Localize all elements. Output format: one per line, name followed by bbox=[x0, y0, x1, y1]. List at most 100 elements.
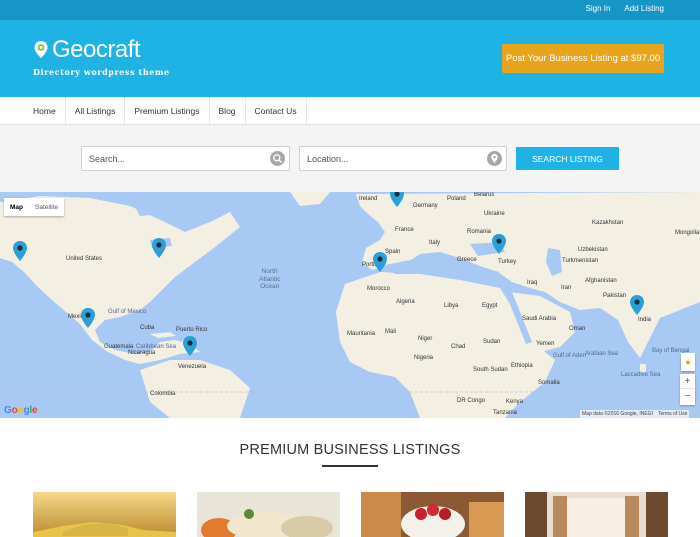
map-label: Greece bbox=[457, 257, 477, 263]
map-label: Ukraine bbox=[484, 211, 505, 217]
map-label: Sudan bbox=[483, 339, 501, 345]
ocean-label: North Atlantic Ocean bbox=[259, 268, 281, 290]
map-label: Caribbean Sea bbox=[136, 344, 177, 350]
map-marker-pin-icon[interactable] bbox=[183, 336, 197, 356]
search-listing-button[interactable]: SEARCH LISTING bbox=[516, 147, 619, 170]
nav-item-all-listings[interactable]: All Listings bbox=[66, 97, 126, 125]
map-label: Spain bbox=[385, 249, 401, 255]
terms-of-use-link[interactable]: Terms of Use bbox=[658, 411, 687, 417]
map-label: Libya bbox=[444, 303, 459, 309]
map-label: Belarus bbox=[474, 192, 495, 198]
tagline: Directory wordpress theme bbox=[33, 67, 170, 77]
logo-text: Geocraft bbox=[52, 36, 141, 63]
map-label: Nigeria bbox=[414, 355, 434, 361]
map-label: Turkmenistan bbox=[562, 258, 599, 264]
map-label: Cuba bbox=[140, 325, 155, 331]
listing-thumbnail-dessert[interactable] bbox=[361, 492, 504, 537]
map-label: Saudi Arabia bbox=[522, 316, 557, 322]
map-label: Kazakhstan bbox=[592, 220, 624, 226]
zoom-in-button[interactable]: + bbox=[680, 374, 695, 389]
premium-section-title: PREMIUM BUSINESS LISTINGS bbox=[239, 442, 461, 458]
map-label: Gulf of Aden bbox=[553, 353, 587, 359]
map-marker-pin-icon[interactable] bbox=[630, 295, 644, 315]
map-label: Italy bbox=[429, 240, 441, 246]
map-label: Afghanistan bbox=[585, 278, 617, 284]
map-label: Egypt bbox=[482, 303, 498, 309]
main-nav: Home All Listings Premium Listings Blog … bbox=[0, 97, 700, 125]
map-label: France bbox=[395, 227, 414, 233]
nav-item-blog[interactable]: Blog bbox=[210, 97, 246, 125]
map-marker-pin-icon[interactable] bbox=[13, 241, 27, 261]
map-label: Chad bbox=[451, 344, 466, 350]
map-label: Tanzania bbox=[493, 410, 518, 416]
title-underline bbox=[322, 465, 378, 467]
account-links: Sign In Add Listing bbox=[586, 4, 665, 13]
map-label: Arabian Sea bbox=[585, 351, 619, 357]
map-type-map-button[interactable]: Map bbox=[4, 198, 29, 216]
map-label: Somalia bbox=[538, 380, 560, 386]
keyword-placeholder: Search... bbox=[89, 154, 126, 164]
map-label: Romania bbox=[467, 229, 492, 235]
map-label: Mali bbox=[385, 329, 397, 335]
map-label: Nicaragua bbox=[128, 350, 156, 356]
location-placeholder: Location... bbox=[307, 154, 349, 164]
nav-item-home[interactable]: Home bbox=[25, 97, 66, 125]
location-icon bbox=[487, 151, 502, 166]
map-label: Ethiopia bbox=[511, 363, 533, 369]
google-logo: Google bbox=[4, 405, 38, 416]
keyword-search-input[interactable]: Search... bbox=[81, 146, 290, 171]
street-view-pegman-icon[interactable]: ● bbox=[681, 353, 695, 371]
location-pin-logo-icon bbox=[33, 40, 49, 60]
map-label: Pakistan bbox=[603, 293, 627, 299]
map-marker-pin-icon[interactable] bbox=[492, 234, 506, 254]
map-label: Laccadive Sea bbox=[621, 372, 661, 378]
logo[interactable]: Geocraft bbox=[33, 36, 141, 63]
sign-in-link[interactable]: Sign In bbox=[586, 4, 611, 13]
map-label: Poland bbox=[447, 196, 466, 202]
map-label: Mauritania bbox=[347, 331, 376, 337]
map-label: Kenya bbox=[506, 399, 524, 405]
nav-item-contact-us[interactable]: Contact Us bbox=[246, 97, 307, 125]
map-marker-pin-icon[interactable] bbox=[390, 192, 404, 207]
map-label: United States bbox=[66, 256, 103, 262]
post-listing-button[interactable]: Post Your Business Listing at $97.00 bbox=[502, 44, 664, 73]
attribution-text: Map data ©2016 Google, INEGI bbox=[582, 411, 653, 417]
map-label: Morocco bbox=[367, 286, 391, 292]
search-bar: Search... Location... SEARCH LISTING bbox=[0, 125, 700, 192]
map-label: South Sudan bbox=[473, 367, 508, 373]
map-label: Niger bbox=[418, 336, 433, 342]
map-label: Iran bbox=[561, 285, 572, 291]
zoom-out-button[interactable]: − bbox=[680, 389, 695, 404]
map-label: Colombia bbox=[150, 391, 176, 397]
map-label: Turkey bbox=[498, 259, 517, 265]
map-attribution: Map data ©2016 Google, INEGI Terms of Us… bbox=[580, 410, 690, 418]
nav-item-premium-listings[interactable]: Premium Listings bbox=[125, 97, 210, 125]
listing-thumbnail-food[interactable] bbox=[197, 492, 340, 537]
map-label: Ireland bbox=[359, 196, 378, 202]
search-icon bbox=[270, 151, 285, 166]
map-marker-pin-icon[interactable] bbox=[152, 238, 166, 258]
map-label: Oman bbox=[569, 326, 586, 332]
map-label: Mongolia bbox=[675, 230, 700, 236]
map-marker-pin-icon[interactable] bbox=[81, 308, 95, 328]
listing-thumbnail-car[interactable] bbox=[33, 492, 176, 537]
map-label: DR Congo bbox=[457, 398, 486, 404]
map-label: Gulf of Mexico bbox=[108, 309, 147, 315]
map-label: Uzbekistan bbox=[578, 247, 608, 253]
map-label: Germany bbox=[413, 203, 438, 209]
map-label: Iraq bbox=[527, 280, 538, 286]
map-type-control: Map Satellite bbox=[4, 198, 65, 216]
map-marker-pin-icon[interactable] bbox=[373, 252, 387, 272]
listings-map[interactable]: North Atlantic Ocean Ireland Belarus Pol… bbox=[0, 192, 700, 418]
listing-thumbnail-interior[interactable] bbox=[525, 492, 668, 537]
map-label: Yemen bbox=[536, 341, 555, 347]
add-listing-link[interactable]: Add Listing bbox=[624, 4, 664, 13]
location-search-input[interactable]: Location... bbox=[299, 146, 507, 171]
top-bar: Sign In Add Listing bbox=[0, 0, 700, 20]
site-header: Geocraft Directory wordpress theme Post … bbox=[0, 20, 700, 97]
map-label: Algeria bbox=[396, 299, 415, 305]
map-type-satellite-button[interactable]: Satellite bbox=[29, 198, 64, 216]
map-label: Venezuela bbox=[178, 364, 207, 370]
map-labels: North Atlantic Ocean Ireland Belarus Pol… bbox=[0, 192, 700, 418]
zoom-control: + − bbox=[680, 374, 695, 405]
